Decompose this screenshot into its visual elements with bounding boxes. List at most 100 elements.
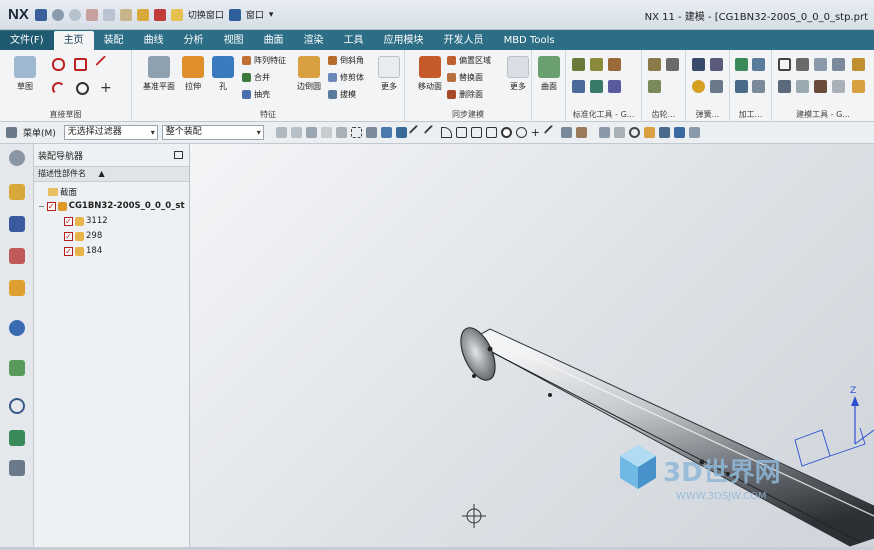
orient-icon[interactable] xyxy=(658,127,670,138)
modeling-tool-icon[interactable] xyxy=(796,80,809,93)
tool-icon[interactable] xyxy=(572,80,585,93)
intersection-snap-icon[interactable]: + xyxy=(531,127,542,138)
visibility-checkbox[interactable]: ✓ xyxy=(64,246,73,256)
move-face-button[interactable]: 移动面 xyxy=(413,56,447,92)
tool-icon[interactable] xyxy=(608,58,621,71)
tab-curve[interactable]: 曲线 xyxy=(134,31,174,50)
fit-icon[interactable] xyxy=(598,127,610,138)
rectangle-icon[interactable] xyxy=(74,58,87,71)
midpoint-snap-icon[interactable] xyxy=(543,124,560,141)
modeling-tool-icon[interactable] xyxy=(852,80,865,93)
tree-node-child[interactable]: ✓ 3112 xyxy=(64,216,108,226)
gear-icon[interactable] xyxy=(666,58,679,71)
machining-icon[interactable] xyxy=(752,80,765,93)
tab-tools[interactable]: 工具 xyxy=(334,31,374,50)
spring-icon[interactable] xyxy=(692,80,705,93)
hole-button[interactable]: 孔 xyxy=(206,56,240,92)
edge-blend-button[interactable]: 边倒圆 xyxy=(292,56,326,92)
tab-home[interactable]: 主页 xyxy=(53,31,94,50)
modeling-tool-icon[interactable] xyxy=(814,80,827,93)
tool-icon[interactable] xyxy=(572,58,585,71)
spring-icon[interactable] xyxy=(710,58,723,71)
select-icon[interactable] xyxy=(305,127,317,138)
tab-view[interactable]: 视图 xyxy=(214,31,254,50)
menu-button[interactable]: 菜单(M) xyxy=(19,126,60,139)
box-select-icon[interactable] xyxy=(350,127,362,138)
point-icon[interactable]: + xyxy=(100,81,113,95)
window-menu-button[interactable]: 窗口 xyxy=(246,8,264,21)
tab-analysis[interactable]: 分析 xyxy=(174,31,214,50)
tab-surface[interactable]: 曲面 xyxy=(254,31,294,50)
group-label[interactable]: 齿轮... xyxy=(642,109,685,120)
line-icon[interactable] xyxy=(95,55,114,74)
draft-button[interactable]: 拔模 xyxy=(328,89,356,100)
tree-node-root[interactable]: − ✓ CG1BN32-200S_0_0_0_st xyxy=(38,201,185,211)
tab-developer[interactable]: 开发人员 xyxy=(434,31,494,50)
selection-filter-dropdown[interactable]: 无选择过滤器 xyxy=(63,125,158,140)
delete-face-button[interactable]: 删除面 xyxy=(447,89,483,100)
tool-icon[interactable] xyxy=(590,58,603,71)
cut-icon[interactable] xyxy=(85,8,98,21)
view-icon[interactable] xyxy=(575,127,587,138)
tree-node-child[interactable]: ✓ 298 xyxy=(64,231,102,241)
curve-snap-icon[interactable] xyxy=(455,127,467,138)
spring-icon[interactable] xyxy=(692,58,705,71)
tab-mbd-tools[interactable]: MBD Tools xyxy=(494,31,565,50)
switch-window-icon[interactable] xyxy=(170,8,183,21)
maximize-icon[interactable] xyxy=(174,151,183,159)
modeling-tool-icon[interactable] xyxy=(832,80,845,93)
tool-icon[interactable] xyxy=(608,80,621,93)
switch-window-button[interactable]: 切换窗口 xyxy=(188,8,224,21)
more-icon[interactable] xyxy=(688,127,700,138)
gear-icon[interactable] xyxy=(648,80,661,93)
redo-icon[interactable] xyxy=(68,8,81,21)
visibility-checkbox[interactable]: ✓ xyxy=(64,231,73,241)
select-icon[interactable] xyxy=(335,127,347,138)
sketch-button[interactable]: 草图 xyxy=(8,56,42,92)
snap-icon[interactable] xyxy=(275,127,287,138)
body-icon[interactable] xyxy=(380,127,392,138)
chamfer-button[interactable]: 倒斜角 xyxy=(328,55,364,66)
gear-icon[interactable] xyxy=(648,58,661,71)
snap-icon[interactable] xyxy=(290,127,302,138)
visibility-checkbox[interactable]: ✓ xyxy=(64,216,73,226)
gear-icon[interactable] xyxy=(9,150,25,166)
surface-button[interactable]: 曲面 xyxy=(532,56,566,92)
graphics-window[interactable]: Z 3D世界网 WWW.3DSJW.COM xyxy=(190,144,874,547)
machining-icon[interactable] xyxy=(735,80,748,93)
copy-icon[interactable] xyxy=(102,8,115,21)
undo-icon[interactable] xyxy=(51,8,64,21)
assembly-navigator-icon[interactable] xyxy=(9,184,25,200)
web-browser-icon[interactable] xyxy=(9,360,25,376)
spring-icon[interactable] xyxy=(710,80,723,93)
group-label[interactable]: 加工... xyxy=(730,109,771,120)
more-feature-button[interactable]: 更多 xyxy=(372,56,406,92)
repeat-command-icon[interactable] xyxy=(153,8,166,21)
constraint-navigator-icon[interactable] xyxy=(9,216,25,232)
modeling-tool-icon[interactable] xyxy=(832,58,845,71)
save-icon[interactable] xyxy=(34,8,47,21)
unite-button[interactable]: 合并 xyxy=(242,72,270,83)
circle-icon[interactable] xyxy=(76,82,89,95)
info-icon[interactable] xyxy=(9,320,25,336)
select-icon[interactable] xyxy=(320,127,332,138)
window-icon[interactable] xyxy=(228,8,241,21)
column-header[interactable]: 描述性部件名 ▲ xyxy=(34,166,189,182)
machining-icon[interactable] xyxy=(752,58,765,71)
arc-icon[interactable] xyxy=(52,82,65,95)
face-icon[interactable] xyxy=(395,127,407,138)
group-label[interactable]: 弹簧... xyxy=(686,109,729,120)
machining-icon[interactable] xyxy=(735,58,748,71)
chevron-down-icon[interactable]: ▾ xyxy=(269,10,274,20)
modeling-tool-icon[interactable] xyxy=(778,80,791,93)
view-icon[interactable] xyxy=(560,127,572,138)
offset-region-button[interactable]: 偏置区域 xyxy=(447,55,491,66)
shell-button[interactable]: 抽壳 xyxy=(242,89,270,100)
solid-icon[interactable] xyxy=(365,127,377,138)
tab-assembly[interactable]: 装配 xyxy=(94,31,134,50)
assembly-scope-dropdown[interactable]: 整个装配 xyxy=(161,125,264,140)
visibility-checkbox[interactable]: ✓ xyxy=(46,201,56,211)
line-snap-icon[interactable] xyxy=(408,124,425,141)
roles-icon[interactable] xyxy=(9,430,25,446)
render-style-icon[interactable] xyxy=(643,127,655,138)
